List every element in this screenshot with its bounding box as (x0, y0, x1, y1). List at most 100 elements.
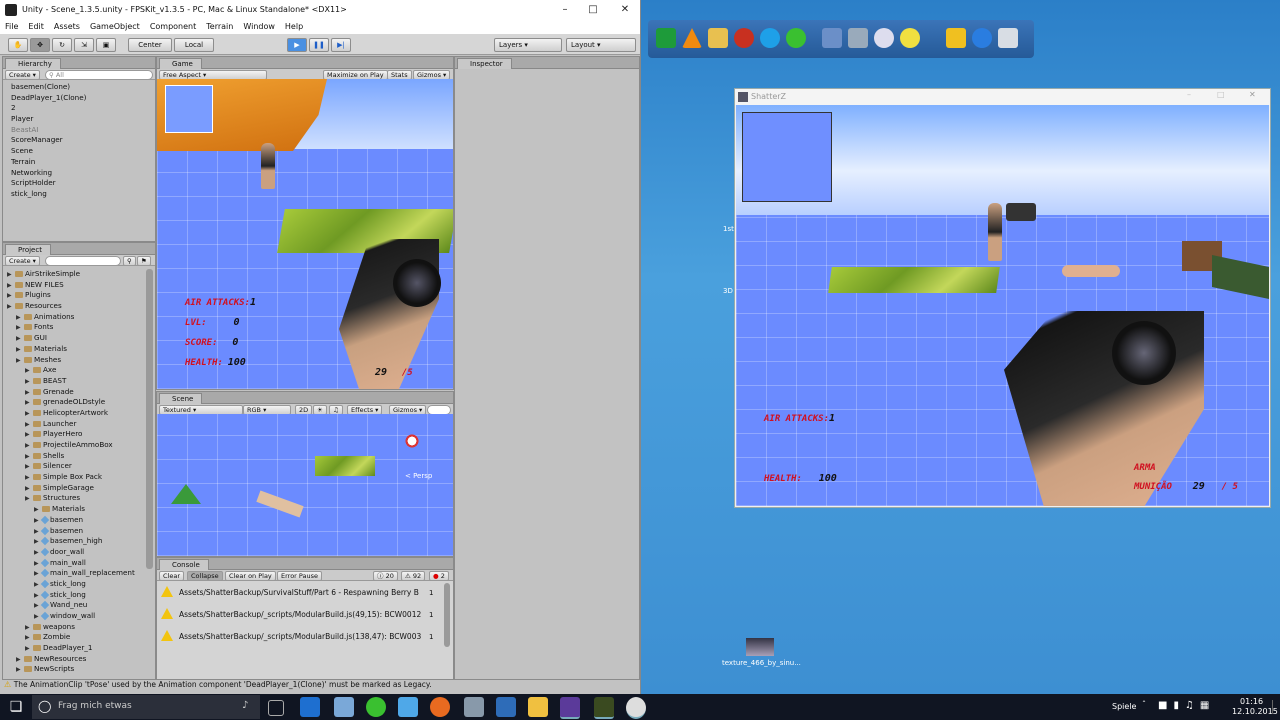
expand-arrow-icon[interactable]: ▶ (25, 377, 33, 388)
project-item[interactable]: ▶ grenadeOLDstyle (7, 397, 145, 408)
banana-icon[interactable] (900, 28, 920, 48)
desktop-file[interactable]: texture_466_by_sinu... (722, 638, 801, 674)
visual-studio-icon[interactable] (560, 697, 580, 719)
project-item[interactable]: ▶ main_wall (7, 558, 145, 569)
console-row[interactable]: Assets/ShatterBackup/SurvivalStuff/Part … (161, 583, 433, 603)
shatterz-close-button[interactable]: ✕ (1249, 90, 1256, 99)
project-item[interactable]: ▶ main_wall_replacement (7, 568, 145, 579)
status-message[interactable]: The AnimationClip 'tPose' used by the An… (14, 680, 432, 689)
project-item[interactable]: ▶ Fonts (7, 322, 145, 333)
tab-project[interactable]: Project (5, 244, 51, 255)
hierarchy-search-input[interactable]: ⚲ All (45, 70, 153, 80)
tab-inspector[interactable]: Inspector (457, 58, 512, 69)
minimize-button[interactable]: – (552, 2, 578, 18)
hierarchy-item[interactable]: basemen(Clone) (11, 82, 151, 93)
project-scrollbar[interactable] (146, 269, 153, 569)
project-item[interactable]: ▶ window_wall (7, 611, 145, 622)
menu-component[interactable]: Component (145, 20, 201, 31)
tab-console[interactable]: Console (159, 559, 209, 570)
console-clear-button[interactable]: Clear (159, 571, 184, 581)
scene-viewport[interactable]: < Persp (157, 414, 453, 556)
shatterz-minimize-button[interactable]: – (1187, 90, 1191, 99)
game-viewport[interactable]: AIR ATTACKS:1 LVL: 0 SCORE: 0 HEALTH: 10… (157, 79, 453, 389)
project-item[interactable]: ▶ Wand_neu (7, 600, 145, 611)
project-item[interactable]: ▶ Structures (7, 493, 145, 504)
project-item[interactable]: ▶ basemen_high (7, 536, 145, 547)
expand-arrow-icon[interactable]: ▶ (25, 494, 33, 505)
project-item[interactable]: ▶ GUI (7, 333, 145, 344)
project-item[interactable]: ▶ Plugins (7, 290, 145, 301)
project-item[interactable]: ▶ BEAST (7, 376, 145, 387)
project-search-input[interactable] (45, 256, 121, 266)
project-item[interactable]: ▶ Silencer (7, 461, 145, 472)
tree-icon[interactable] (946, 28, 966, 48)
project-item[interactable]: ▶ NewResources (7, 654, 145, 665)
scene-gizmo[interactable] (397, 426, 427, 456)
maximize-button[interactable]: □ (580, 2, 606, 18)
console-row[interactable]: Assets/ShatterBackup/_scripts/ModularBui… (161, 605, 433, 625)
scale-tool-button[interactable]: ⇲ (74, 38, 94, 52)
rect-tool-button[interactable]: ▣ (96, 38, 116, 52)
taskbar-game-icon[interactable] (594, 697, 614, 719)
unity-icon[interactable] (626, 697, 646, 719)
project-item[interactable]: ▶ Zombie (7, 632, 145, 643)
project-item[interactable]: ▶ NEW FILES (7, 280, 145, 291)
project-item[interactable]: ▶ Resources (7, 301, 145, 312)
burn-icon[interactable] (734, 28, 754, 48)
network-icon[interactable] (822, 28, 842, 48)
menu-file[interactable]: File (0, 20, 23, 31)
hierarchy-item[interactable]: 2 (11, 103, 151, 114)
project-item[interactable]: ▶ DeadPlayer_1 (7, 643, 145, 654)
firefox-icon[interactable] (430, 697, 450, 717)
clover-icon[interactable] (786, 28, 806, 48)
hierarchy-item[interactable]: ScoreManager (11, 135, 151, 146)
menu-edit[interactable]: Edit (23, 20, 49, 31)
search-filter-icon[interactable]: ⚲ (123, 256, 136, 266)
layout-dropdown[interactable]: Layout ▾ (566, 38, 636, 52)
project-item[interactable]: ▶ basemen (7, 515, 145, 526)
hierarchy-item[interactable]: Player (11, 114, 151, 125)
menu-assets[interactable]: Assets (49, 20, 85, 31)
vlc-icon[interactable] (682, 28, 702, 48)
pause-button[interactable]: ❚❚ (309, 38, 329, 52)
console-warning-count[interactable]: ⚠ 92 (401, 571, 426, 581)
expand-arrow-icon[interactable]: ▶ (7, 302, 15, 313)
console-collapse-toggle[interactable]: Collapse (187, 571, 223, 581)
console-error-pause-toggle[interactable]: Error Pause (277, 571, 323, 581)
pivot-center-button[interactable]: Center (128, 38, 172, 52)
moon-icon[interactable] (874, 28, 894, 48)
pivot-local-button[interactable]: Local (174, 38, 214, 52)
hierarchy-create-button[interactable]: Create ▾ (5, 70, 40, 80)
project-item[interactable]: ▶ Meshes (7, 355, 145, 366)
project-item[interactable]: ▶ Shells (7, 451, 145, 462)
expand-arrow-icon[interactable]: ▶ (34, 516, 42, 527)
play-button[interactable]: ▶ (287, 38, 307, 52)
menu-terrain[interactable]: Terrain (201, 20, 238, 31)
language-indicator[interactable]: Spiele (1112, 702, 1136, 711)
settings-icon[interactable] (848, 28, 868, 48)
menu-help[interactable]: Help (280, 20, 308, 31)
hierarchy-item[interactable]: BeastAI (11, 125, 151, 136)
project-item[interactable]: ▶ Simple Box Pack (7, 472, 145, 483)
task-view-icon[interactable] (268, 700, 284, 716)
project-item[interactable]: ▶ HelicopterArtwork (7, 408, 145, 419)
project-item[interactable]: ▶ Axe (7, 365, 145, 376)
tab-hierarchy[interactable]: Hierarchy (5, 58, 61, 69)
taskbar-clover-icon[interactable] (366, 697, 386, 717)
tray-chevron-icon[interactable]: ˆ (1142, 700, 1146, 709)
project-item[interactable]: ▶ AirStrikeSimple (7, 269, 145, 280)
project-item[interactable]: ▶ Grenade (7, 387, 145, 398)
shatterz-maximize-button[interactable]: □ (1217, 90, 1225, 99)
expand-arrow-icon[interactable]: ▶ (16, 356, 24, 367)
console-scrollbar[interactable] (444, 583, 450, 647)
console-error-count[interactable]: ● 2 (429, 571, 449, 581)
notification-icon[interactable] (1272, 700, 1279, 714)
project-item[interactable]: ▶ Materials (7, 504, 145, 515)
project-item[interactable]: ▶ weapons (7, 622, 145, 633)
bolt-icon[interactable] (972, 28, 992, 48)
tab-game[interactable]: Game (159, 58, 202, 69)
hierarchy-item[interactable]: stick_long (11, 189, 151, 200)
hand-tool-button[interactable]: ✋ (8, 38, 28, 52)
project-item[interactable]: ▶ NewScripts (7, 664, 145, 675)
shatterz-viewport[interactable]: AIR ATTACKS:1 HEALTH: 100 ARMA MUNIÇÃO 2… (736, 105, 1269, 506)
